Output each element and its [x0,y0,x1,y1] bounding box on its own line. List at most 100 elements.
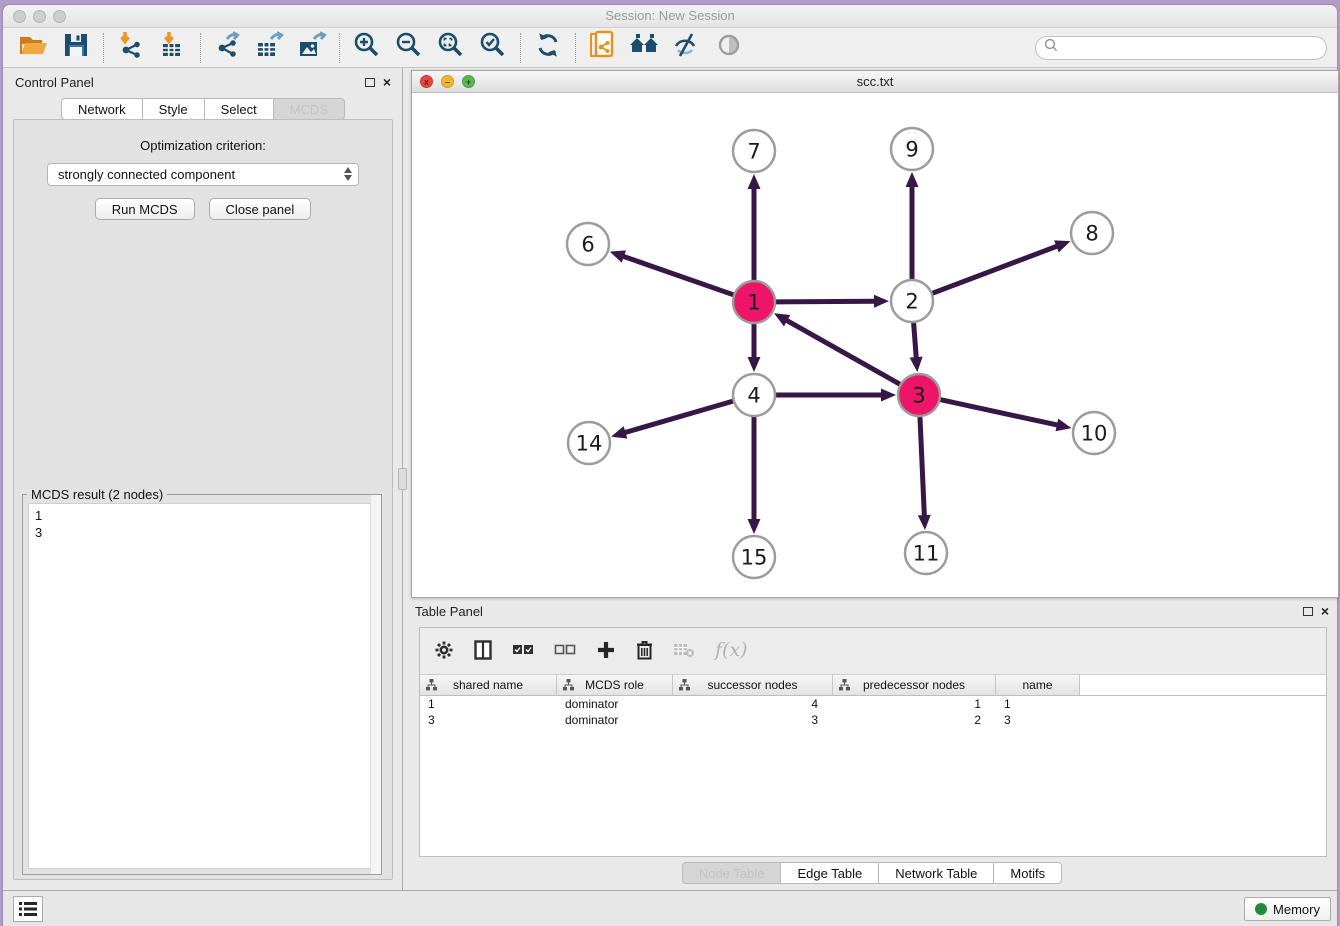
table-cell[interactable]: 1 [833,696,996,712]
select-all-button[interactable] [512,643,534,657]
column-header-predecessor-nodes[interactable]: predecessor nodes [833,675,996,695]
graph-edge-3-1[interactable] [785,320,900,385]
network-view-window: x – + scc.txt 1234678910111415 [411,70,1339,598]
table-cell[interactable]: 4 [673,696,833,712]
column-header-successor-nodes[interactable]: successor nodes [673,675,833,695]
graph-edge-1-2[interactable] [775,301,876,302]
column-header-mcds-role[interactable]: MCDS role [557,675,673,695]
minimize-window-button[interactable] [33,10,46,23]
edge-arrowhead [874,295,889,308]
close-panel-button[interactable]: Close panel [209,198,312,220]
tab-network-table[interactable]: Network Table [879,862,994,884]
tab-edge-table[interactable]: Edge Table [781,862,879,884]
zoom-selected-button[interactable] [472,31,514,65]
close-table-panel-icon[interactable]: × [1321,606,1329,616]
tab-select[interactable]: Select [205,98,274,120]
graph-node-label: 7 [747,140,760,164]
create-column-button[interactable] [596,640,616,660]
close-panel-icon[interactable]: × [383,77,391,87]
tab-mcds[interactable]: MCDS [274,98,345,120]
zoom-fit-button[interactable] [430,31,472,65]
edge-arrowhead [910,357,923,372]
network-window-titlebar[interactable]: x – + scc.txt [412,71,1338,93]
column-header-name[interactable]: name [996,675,1080,695]
network-canvas[interactable]: 1234678910111415 [412,93,1338,597]
table-cell[interactable]: 1 [420,696,557,712]
column-header-shared-name[interactable]: shared name [420,675,557,695]
memory-button[interactable]: Memory [1244,897,1331,921]
unchecked-boxes-icon [554,643,576,657]
delete-table-button[interactable] [673,642,695,658]
toolbar-separator [103,33,104,63]
table-cell[interactable]: dominator [557,696,673,712]
table-cell[interactable]: 3 [420,712,557,728]
search-input[interactable] [1064,41,1318,55]
zoom-window-button[interactable] [53,10,66,23]
memory-label: Memory [1273,902,1320,917]
home-view-button[interactable] [624,31,666,65]
graph-edge-3-11[interactable] [920,416,924,517]
table-row[interactable]: 3dominator323 [420,712,1326,728]
delete-column-button[interactable] [636,640,653,660]
float-table-panel-icon[interactable] [1303,607,1313,616]
result-scrollbar[interactable] [370,495,381,874]
network-close-button[interactable]: x [420,75,433,88]
graph-node-label: 11 [913,542,940,566]
hide-style-button[interactable] [666,31,708,65]
table-cell[interactable]: 3 [673,712,833,728]
zoom-out-button[interactable] [388,31,430,65]
export-image-button[interactable] [291,31,333,65]
task-history-button[interactable] [13,896,43,922]
network-graph[interactable]: 1234678910111415 [412,93,1338,598]
graph-edge-1-6[interactable] [622,256,734,295]
table-cell[interactable]: 3 [996,712,1080,728]
tree-icon [679,679,690,694]
import-network-button[interactable] [110,31,152,65]
close-window-button[interactable] [13,10,26,23]
trash-icon [636,640,653,660]
save-session-button[interactable] [55,31,97,65]
show-graphics-button[interactable] [708,31,750,65]
run-mcds-button[interactable]: Run MCDS [95,198,195,220]
table-row[interactable]: 1dominator411 [420,696,1326,712]
graph-edge-3-10[interactable] [940,399,1059,425]
save-icon [63,32,89,63]
open-session-button[interactable] [13,31,55,65]
table-cell[interactable]: 2 [833,712,996,728]
float-panel-icon[interactable] [365,78,375,87]
deselect-all-button[interactable] [554,643,576,657]
zoom-in-button[interactable] [346,31,388,65]
tab-motifs[interactable]: Motifs [994,862,1062,884]
optimization-criterion-select[interactable]: strongly connected component [47,163,359,186]
table-cell[interactable]: 1 [996,696,1080,712]
import-table-button[interactable] [152,31,194,65]
table-settings-button[interactable] [434,640,454,660]
export-table-button[interactable] [249,31,291,65]
network-minimize-button[interactable]: – [441,75,454,88]
clone-network-button[interactable] [582,31,624,65]
graph-edge-4-14[interactable] [624,401,734,433]
table-cell[interactable]: dominator [557,712,673,728]
edge-arrowhead [748,174,761,189]
homes-icon [628,32,662,63]
graph-edge-2-3[interactable] [914,322,917,359]
checked-boxes-icon [512,643,534,657]
zoom-out-icon [395,31,423,64]
clone-network-icon [589,30,617,65]
search-field[interactable] [1035,36,1327,60]
apply-layout-button[interactable] [527,31,569,65]
network-zoom-button[interactable]: + [462,75,475,88]
graph-edge-2-8[interactable] [932,246,1059,294]
show-columns-button[interactable] [474,640,492,660]
tab-network[interactable]: Network [61,98,143,120]
function-builder-button[interactable]: f(x) [715,639,748,661]
export-network-button[interactable] [207,31,249,65]
tab-style[interactable]: Style [143,98,205,120]
export-network-icon [214,31,242,64]
search-icon [1044,38,1058,57]
mcds-result-text[interactable]: 1 3 [28,503,376,869]
tab-node-table[interactable]: Node Table [682,862,782,884]
panel-divider-grip[interactable] [398,468,407,490]
optimization-criterion-label: Optimization criterion: [14,138,392,153]
mcds-result-title: MCDS result (2 nodes) [27,487,167,502]
